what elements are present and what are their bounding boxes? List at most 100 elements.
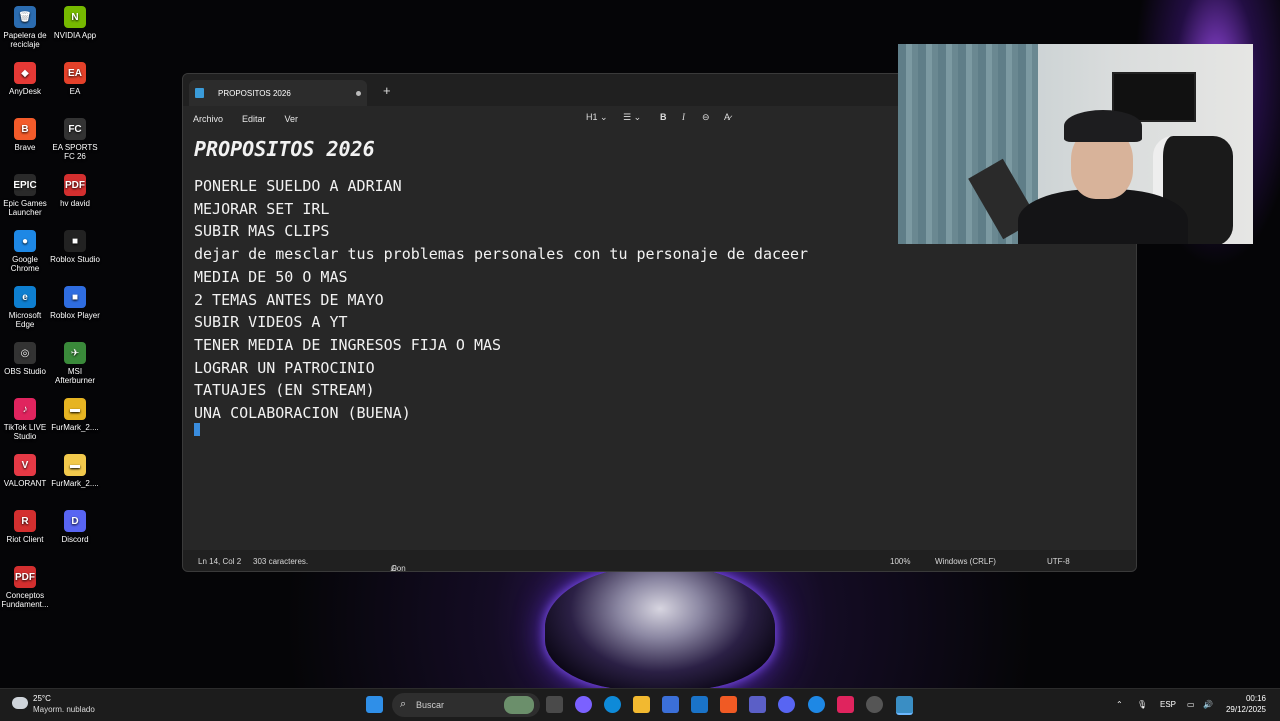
- discord-icon[interactable]: [778, 696, 795, 713]
- app-icon: e: [14, 286, 36, 308]
- chrome-icon[interactable]: [808, 696, 825, 713]
- chevron-down-icon: ⌄: [633, 112, 642, 122]
- teams-icon[interactable]: [749, 696, 766, 713]
- notepad-taskbar-icon[interactable]: [896, 696, 913, 715]
- tab-title: PROPOSITOS 2026: [218, 88, 291, 98]
- gear-icon[interactable]: [866, 696, 883, 713]
- desktop-icon[interactable]: ▬ FurMark_2....: [50, 398, 100, 432]
- menu-editar[interactable]: Editar: [242, 114, 266, 124]
- app-icon: ■: [64, 230, 86, 252]
- microphone-icon[interactable]: 🎙: [1137, 700, 1147, 709]
- text-line: PONERLE SUELDO A ADRIAN: [194, 177, 402, 195]
- search-box[interactable]: ⌕ Buscar: [392, 693, 540, 717]
- heading-dropdown[interactable]: H1 ⌄: [586, 112, 608, 123]
- weather-temp: 25°C: [33, 694, 51, 703]
- wallpaper-ghost: [545, 565, 775, 690]
- link-button[interactable]: ⊖: [702, 112, 710, 123]
- unsaved-dot-icon[interactable]: [356, 90, 361, 96]
- text-line: TENER MEDIA DE INGRESOS FIJA O MAS: [194, 335, 502, 354]
- search-highlight-icon: [504, 696, 534, 714]
- document-tab[interactable]: PROPOSITOS 2026: [189, 80, 367, 106]
- desktop-icon[interactable]: PDF Conceptos Fundament...: [0, 566, 50, 609]
- encoding[interactable]: UTF-8: [1047, 557, 1070, 566]
- app-icon: PDF: [14, 566, 36, 588]
- clock[interactable]: 00:16 29/12/2025: [1226, 693, 1266, 715]
- bold-button[interactable]: B: [660, 112, 667, 122]
- network-icon[interactable]: ▭: [1187, 700, 1195, 709]
- app-icon: ◎: [14, 342, 36, 364]
- chevron-up-icon[interactable]: ⌃: [1116, 700, 1123, 709]
- app-icon: ▬: [64, 398, 86, 420]
- desktop-icon-label: EA SPORTS FC 26: [52, 143, 98, 161]
- italic-button[interactable]: I: [682, 112, 685, 122]
- desktop-icon[interactable]: EPIC Epic Games Launcher: [0, 174, 50, 217]
- app-icon: R: [14, 510, 36, 532]
- app-icon: ▬: [64, 454, 86, 476]
- desktop-icon[interactable]: 🗑 Papelera de reciclaje: [0, 6, 50, 49]
- volume-icon[interactable]: 🔊: [1203, 700, 1213, 709]
- tiktok-live-icon[interactable]: [837, 696, 854, 713]
- app-icon: N: [64, 6, 86, 28]
- app-icon: EPIC: [13, 174, 37, 196]
- desktop-icon[interactable]: ♪ TikTok LIVE Studio: [0, 398, 50, 441]
- language-indicator[interactable]: ESP: [1160, 700, 1176, 709]
- desktop-icon-label: OBS Studio: [4, 367, 46, 376]
- char-count: 303 caracteres.: [253, 557, 309, 566]
- desktop-icon-label: EA: [69, 87, 81, 96]
- start-button[interactable]: [366, 696, 383, 713]
- desktop-icon[interactable]: B Brave: [0, 118, 50, 152]
- desktop-icon-label: Brave: [14, 143, 36, 152]
- webcam-person-cap: [1064, 110, 1142, 142]
- desktop-icon[interactable]: ✈ MSI Afterburner: [50, 342, 100, 385]
- desktop-icon[interactable]: ■ Roblox Player: [50, 286, 100, 320]
- desktop-icon[interactable]: EA EA: [50, 62, 100, 96]
- app-icon: ■: [64, 286, 86, 308]
- desktop-icon[interactable]: ◆ AnyDesk: [0, 62, 50, 96]
- app-icon: FC: [64, 118, 86, 140]
- desktop-icon[interactable]: e Microsoft Edge: [0, 286, 50, 329]
- app-icon: V: [14, 454, 36, 476]
- copilot-icon[interactable]: [575, 696, 592, 713]
- text-line: UNA COLABORACION (BUENA): [194, 404, 411, 422]
- menu-ver[interactable]: Ver: [285, 114, 299, 124]
- outlook-icon[interactable]: [691, 696, 708, 713]
- task-view-icon[interactable]: [546, 696, 563, 713]
- file-explorer-icon[interactable]: [633, 696, 650, 713]
- desktop-icon[interactable]: ■ Roblox Studio: [50, 230, 100, 264]
- desktop-icon-label: Google Chrome: [10, 255, 40, 273]
- desktop-icon[interactable]: ◎ OBS Studio: [0, 342, 50, 376]
- store-icon[interactable]: [662, 696, 679, 713]
- list-icon: ☰: [623, 112, 632, 122]
- desktop-icon[interactable]: ● Google Chrome: [0, 230, 50, 273]
- heading-line: PROPOSITOS 2026: [194, 137, 375, 161]
- list-dropdown[interactable]: ☰ ⌄: [623, 112, 641, 123]
- desktop-icon[interactable]: N NVIDIA App: [50, 6, 100, 40]
- desktop-icon[interactable]: D Discord: [50, 510, 100, 544]
- text-caret: [194, 423, 200, 436]
- search-icon: ⌕: [400, 698, 407, 710]
- desktop-icon[interactable]: PDF hv david: [50, 174, 100, 208]
- desktop-icon-label: Papelera de reciclaje: [3, 31, 47, 49]
- clock-date: 29/12/2025: [1225, 705, 1266, 714]
- app-icon: ✈: [64, 342, 86, 364]
- desktop-icon[interactable]: FC EA SPORTS FC 26: [50, 118, 100, 161]
- desktop-icon[interactable]: R Riot Client: [0, 510, 50, 544]
- new-tab-button[interactable]: +: [383, 83, 391, 98]
- desktop-icon-label: Discord: [61, 535, 89, 544]
- brave-icon[interactable]: [720, 696, 737, 713]
- desktop-icon-label: Microsoft Edge: [8, 311, 42, 329]
- webcam-overlay: [898, 44, 1253, 244]
- zoom-level[interactable]: 100%: [890, 557, 910, 566]
- text-line: SUBIR MAS CLIPS: [194, 222, 330, 241]
- text-line: 2 TEMAS ANTES DE MAYO: [194, 290, 384, 309]
- desktop-icon-label: Roblox Player: [50, 311, 100, 320]
- desktop-icon[interactable]: ▬ FurMark_2....: [50, 454, 100, 488]
- edge-icon[interactable]: [604, 696, 621, 713]
- desktop-icon-label: Epic Games Launcher: [3, 199, 47, 217]
- clear-formatting-button[interactable]: A̷: [724, 112, 730, 122]
- line-ending[interactable]: Windows (CRLF): [935, 557, 996, 566]
- desktop-icon-label: Riot Client: [6, 535, 44, 544]
- desktop-icon[interactable]: V VALORANT: [0, 454, 50, 488]
- text-line: TATUAJES (EN STREAM): [194, 381, 375, 400]
- menu-archivo[interactable]: Archivo: [193, 114, 223, 124]
